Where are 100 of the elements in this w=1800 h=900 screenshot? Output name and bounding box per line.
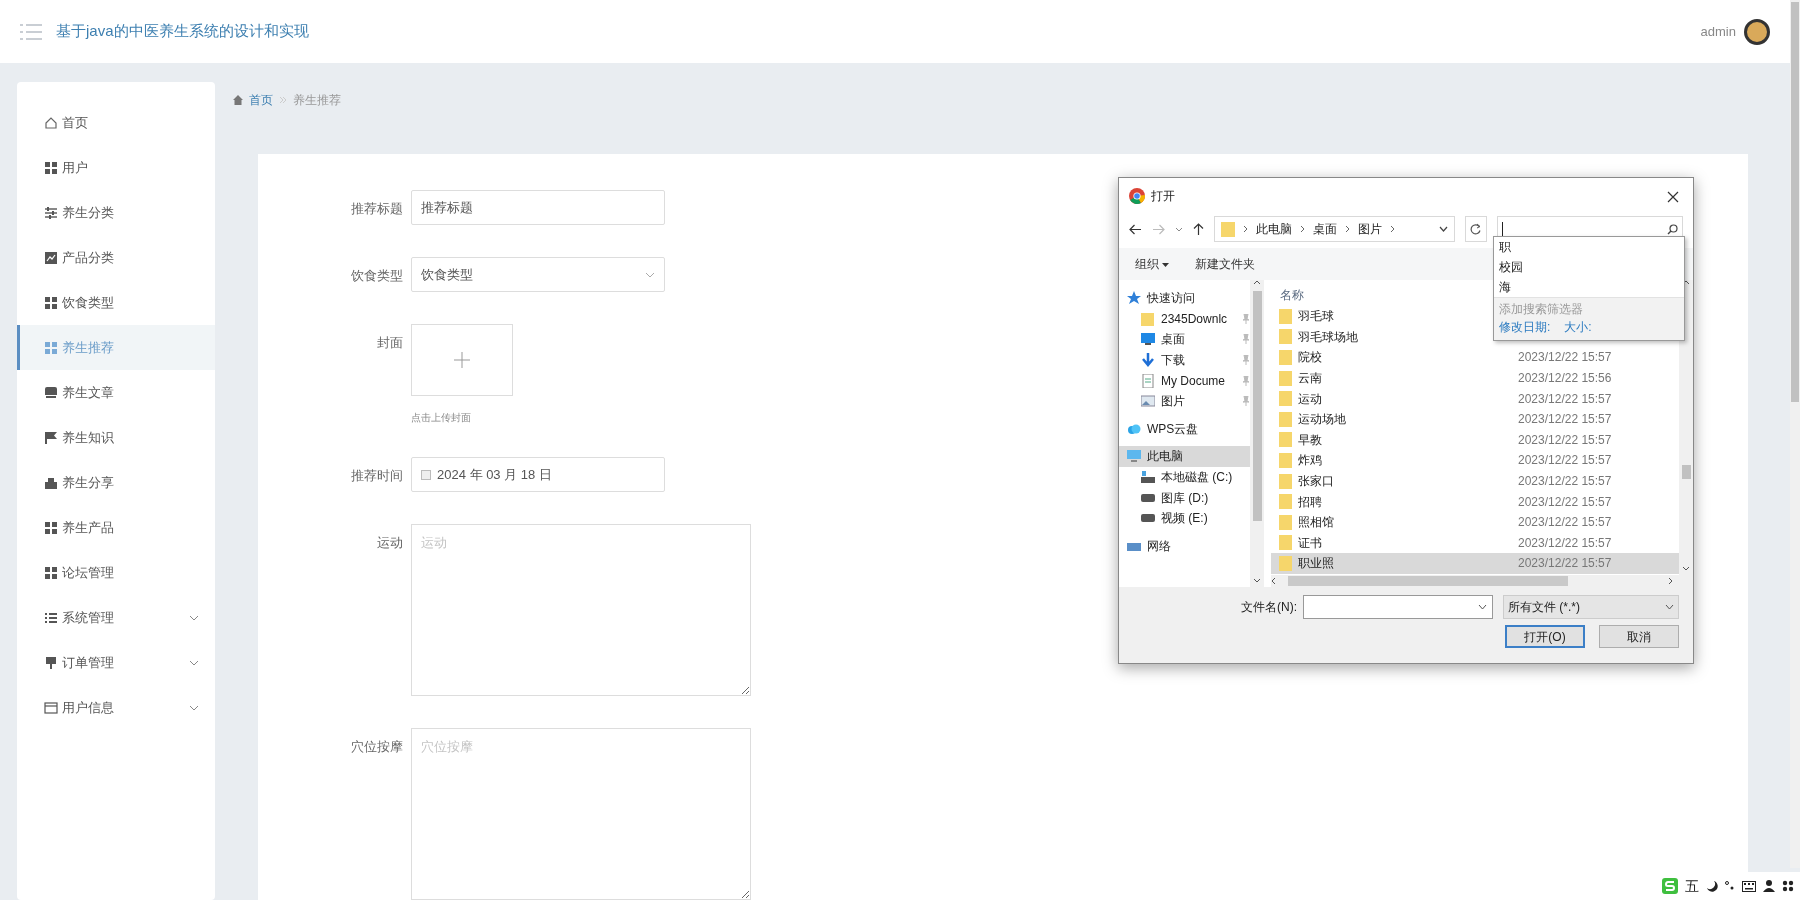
file-type-select[interactable]: 所有文件 (*.*) [1503,595,1679,619]
desktop-icon [1141,332,1155,347]
file-row[interactable]: 张家口 2023/12/22 15:57 [1271,470,1679,492]
picture-icon [1141,394,1155,409]
file-row[interactable]: 院校 2023/12/22 15:57 [1271,347,1679,368]
filter-link[interactable]: 大小: [1564,318,1592,336]
sidebar-item[interactable]: 首页 [17,100,215,145]
person-icon[interactable] [1763,880,1775,892]
folder-icon [1279,535,1292,551]
ime-mode[interactable]: 五 [1685,875,1699,897]
date-field[interactable]: 2024 年 03 月 18 日 [411,457,665,492]
grid-icon [44,160,58,175]
navigation-item[interactable]: 桌面 [1119,329,1250,350]
sidebar-item[interactable]: 养生文章 [17,370,215,415]
sidebar-item[interactable]: 论坛管理 [17,550,215,595]
navigation-item[interactable]: 图库 (D:) [1119,487,1250,508]
scrollbar-thumb[interactable] [1791,2,1799,402]
moon-icon[interactable] [1706,880,1718,892]
menu-icon[interactable] [20,22,42,41]
field-label: 推荐时间 [350,467,403,485]
cancel-button[interactable]: 取消 [1599,625,1679,648]
file-row[interactable]: 运动场地 2023/12/22 15:57 [1271,408,1679,430]
punctuation-icon[interactable] [1725,880,1735,892]
scrollbar[interactable] [1679,280,1693,575]
text-field[interactable]: 推荐标题 [411,190,665,225]
up-arrow-icon[interactable] [1193,222,1204,236]
sidebar-item[interactable]: 养生分类 [17,190,215,235]
suggestion-item[interactable]: 海 [1494,277,1684,297]
toolbar-button[interactable]: 新建文件夹 [1195,255,1256,273]
file-row[interactable]: 云南 2023/12/22 15:56 [1271,367,1679,389]
sidebar-item[interactable]: 用户信息 [17,685,215,730]
navigation-item[interactable]: 视频 (E:) [1119,507,1250,529]
folder-icon [1279,370,1292,386]
pin-icon [1242,355,1250,366]
forward-arrow-icon[interactable] [1152,223,1165,235]
avatar[interactable] [1744,18,1770,45]
navigation-item[interactable]: WPS云盘 [1119,418,1250,440]
navigation-item[interactable]: 本地磁盘 (C:) [1119,466,1250,488]
file-row[interactable]: 职业照 2023/12/22 15:57 [1271,553,1679,574]
scrollbar[interactable] [1250,280,1264,587]
navigation-item[interactable]: 下载 [1119,349,1250,371]
scrollbar-thumb[interactable] [1681,465,1691,479]
file-row[interactable]: 招聘 2023/12/22 15:57 [1271,491,1679,512]
sidebar-item[interactable]: 产品分类 [17,235,215,280]
caret-icon [1439,226,1449,232]
scrollbar[interactable] [1271,575,1693,587]
scrollbar[interactable] [1790,0,1800,868]
navigation-item[interactable]: 2345Downlc [1119,308,1250,330]
chevron-down-icon [189,659,199,666]
file-row[interactable]: 运动 2023/12/22 15:57 [1271,388,1679,409]
sidebar-item[interactable]: 用户 [17,145,215,190]
navigation-item[interactable]: My Docume [1119,370,1250,391]
sidebar-item[interactable]: 养生知识 [17,415,215,460]
sidebar-item[interactable]: 系统管理 [17,595,215,640]
file-row[interactable]: 照相馆 2023/12/22 15:57 [1271,511,1679,533]
sidebar-item[interactable]: 养生分享 [17,460,215,505]
keyboard-icon[interactable] [1742,880,1756,892]
select-field[interactable]: 饮食类型 [411,257,665,292]
folder-icon [1279,432,1292,448]
navigation-item[interactable]: 快速访问 [1119,288,1250,309]
flag-icon [44,430,58,445]
scrollbar-thumb[interactable] [1288,576,1568,586]
text-area[interactable]: 穴位按摩 [411,728,751,900]
text-area[interactable]: 运动 [411,524,751,696]
grid-icon[interactable] [1782,880,1794,892]
pin-icon [1242,375,1250,386]
file-row[interactable]: 炸鸡 2023/12/22 15:57 [1271,450,1679,471]
sidebar-item[interactable]: 饮食类型 [17,280,215,325]
breadcrumb-link[interactable]: 首页 [249,91,273,109]
sidebar-item[interactable]: 订单管理 [17,640,215,685]
navigation-item[interactable]: 此电脑 [1119,446,1250,467]
text-cursor-icon [1501,222,1504,236]
suggestion-item[interactable]: 校园 [1494,257,1684,277]
filename-field[interactable] [1303,595,1493,619]
back-arrow-icon[interactable] [1129,223,1142,235]
folder-icon [1221,221,1235,237]
username[interactable]: admin [1700,21,1736,42]
separator-icon [279,96,287,104]
folder-icon [1279,329,1292,345]
chevron-right-icon [1345,225,1350,233]
refresh-button[interactable] [1465,216,1487,242]
scrollbar-thumb[interactable] [1252,291,1262,521]
navigation-item[interactable]: 网络 [1119,535,1250,557]
ime-logo-icon[interactable] [1662,878,1678,894]
open-button[interactable]: 打开(O) [1505,625,1585,648]
scroll-up-icon [1253,280,1261,285]
filter-heading: 添加搜索筛选器 [1499,301,1584,318]
sidebar-item[interactable]: 养生产品 [17,505,215,550]
file-row[interactable]: 证书 2023/12/22 15:57 [1271,532,1679,554]
filter-link[interactable]: 修改日期: [1499,318,1551,336]
home-icon [233,95,243,105]
navigation-item[interactable]: 图片 [1119,390,1250,412]
field-label: 封面 [376,334,403,352]
toolbar-button[interactable]: 组织 [1135,255,1170,273]
suggestion-item[interactable]: 职 [1494,237,1684,257]
file-row[interactable]: 早教 2023/12/22 15:57 [1271,429,1679,451]
address-bar[interactable]: 此电脑 桌面 图片 [1214,216,1456,242]
computer-icon [1127,449,1141,464]
folder-icon [1141,311,1155,326]
caret-icon[interactable] [1175,226,1183,232]
